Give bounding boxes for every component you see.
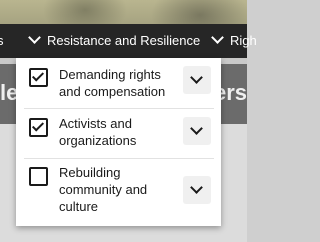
chevron-down-icon	[211, 31, 224, 44]
dropdown-item-activists[interactable]: Activists and organizations	[16, 109, 221, 158]
dropdown-item-label: Activists and organizations	[59, 116, 137, 148]
chevron-down-icon	[190, 122, 203, 135]
nav-item-previous[interactable]: s	[0, 24, 4, 58]
chevron-down-icon	[28, 31, 41, 44]
dropdown-item-label: Demanding rights and compensation	[59, 67, 166, 99]
chevron-down-icon	[190, 181, 203, 194]
checkmark-icon	[31, 69, 45, 82]
subtopic-dropdown: Demanding rights and compensation Activi…	[16, 58, 221, 226]
chevron-down-icon	[190, 71, 203, 84]
checkbox-rebuilding-community[interactable]	[29, 167, 48, 186]
expand-button-rebuilding-community[interactable]	[183, 176, 211, 204]
dropdown-item-label: Rebuilding community and culture	[59, 165, 148, 214]
nav-item-resistance-and-resilience[interactable]: Resistance and Resilience	[28, 24, 201, 58]
dropdown-item-rebuilding-community[interactable]: Rebuilding community and culture	[16, 159, 221, 223]
checkbox-activists[interactable]	[29, 118, 48, 137]
checkmark-icon	[31, 119, 45, 132]
topic-navbar: s Resistance and Resilience Righ	[0, 24, 257, 58]
checkbox-demanding-rights[interactable]	[29, 68, 48, 87]
expand-button-activists[interactable]	[183, 117, 211, 145]
nav-item-next[interactable]: Righ	[211, 24, 257, 58]
expand-button-demanding-rights[interactable]	[183, 66, 211, 94]
dropdown-item-demanding-rights[interactable]: Demanding rights and compensation	[16, 58, 221, 108]
nav-item-previous-label: s	[0, 33, 4, 48]
nav-item-current-label: Resistance and Resilience	[47, 33, 201, 48]
nav-item-next-label: Righ	[230, 33, 257, 48]
